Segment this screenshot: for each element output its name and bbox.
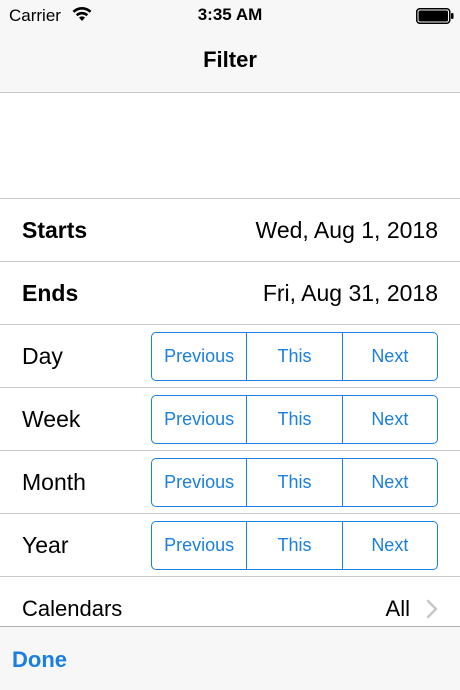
- page-title: Filter: [203, 47, 257, 72]
- status-bar: Carrier 3:35 AM: [0, 0, 460, 30]
- starts-label: Starts: [22, 217, 88, 243]
- ends-value: Fri, Aug 31, 2018: [262, 280, 438, 306]
- month-row: Month Previous This Next: [0, 450, 460, 513]
- day-segmented-control: Previous This Next: [151, 332, 438, 381]
- year-next-button[interactable]: Next: [341, 522, 437, 569]
- month-next-button[interactable]: Next: [341, 459, 437, 506]
- battery-icon: [416, 8, 454, 24]
- navigation-bar: Filter: [0, 30, 460, 93]
- calendars-row[interactable]: Calendars All: [0, 576, 460, 626]
- filter-table: Starts Wed, Aug 1, 2018 Ends Fri, Aug 31…: [0, 198, 460, 626]
- year-label: Year: [22, 532, 69, 558]
- chevron-right-icon: [426, 599, 438, 619]
- week-label: Week: [22, 406, 81, 432]
- week-segmented-control: Previous This Next: [151, 395, 438, 444]
- day-this-button[interactable]: This: [246, 333, 341, 380]
- day-next-button[interactable]: Next: [341, 333, 437, 380]
- week-previous-button[interactable]: Previous: [152, 396, 246, 443]
- bottom-toolbar: Done: [0, 626, 460, 690]
- month-previous-button[interactable]: Previous: [152, 459, 246, 506]
- day-previous-button[interactable]: Previous: [152, 333, 246, 380]
- year-row: Year Previous This Next: [0, 513, 460, 576]
- day-row: Day Previous This Next: [0, 324, 460, 387]
- starts-row[interactable]: Starts Wed, Aug 1, 2018: [0, 198, 460, 261]
- calendars-value: All: [385, 596, 410, 621]
- status-time: 3:35 AM: [197, 5, 263, 24]
- year-previous-button[interactable]: Previous: [152, 522, 246, 569]
- day-label: Day: [22, 343, 63, 369]
- month-this-button[interactable]: This: [246, 459, 341, 506]
- starts-value: Wed, Aug 1, 2018: [255, 217, 438, 243]
- month-segmented-control: Previous This Next: [151, 458, 438, 507]
- week-row: Week Previous This Next: [0, 387, 460, 450]
- ends-row[interactable]: Ends Fri, Aug 31, 2018: [0, 261, 460, 324]
- ends-label: Ends: [22, 280, 79, 306]
- year-this-button[interactable]: This: [246, 522, 341, 569]
- done-button[interactable]: Done: [12, 647, 67, 673]
- header-spacer: [0, 94, 460, 198]
- week-next-button[interactable]: Next: [341, 396, 437, 443]
- week-this-button[interactable]: This: [246, 396, 341, 443]
- calendars-label: Calendars: [22, 596, 123, 621]
- year-segmented-control: Previous This Next: [151, 521, 438, 570]
- month-label: Month: [22, 469, 86, 495]
